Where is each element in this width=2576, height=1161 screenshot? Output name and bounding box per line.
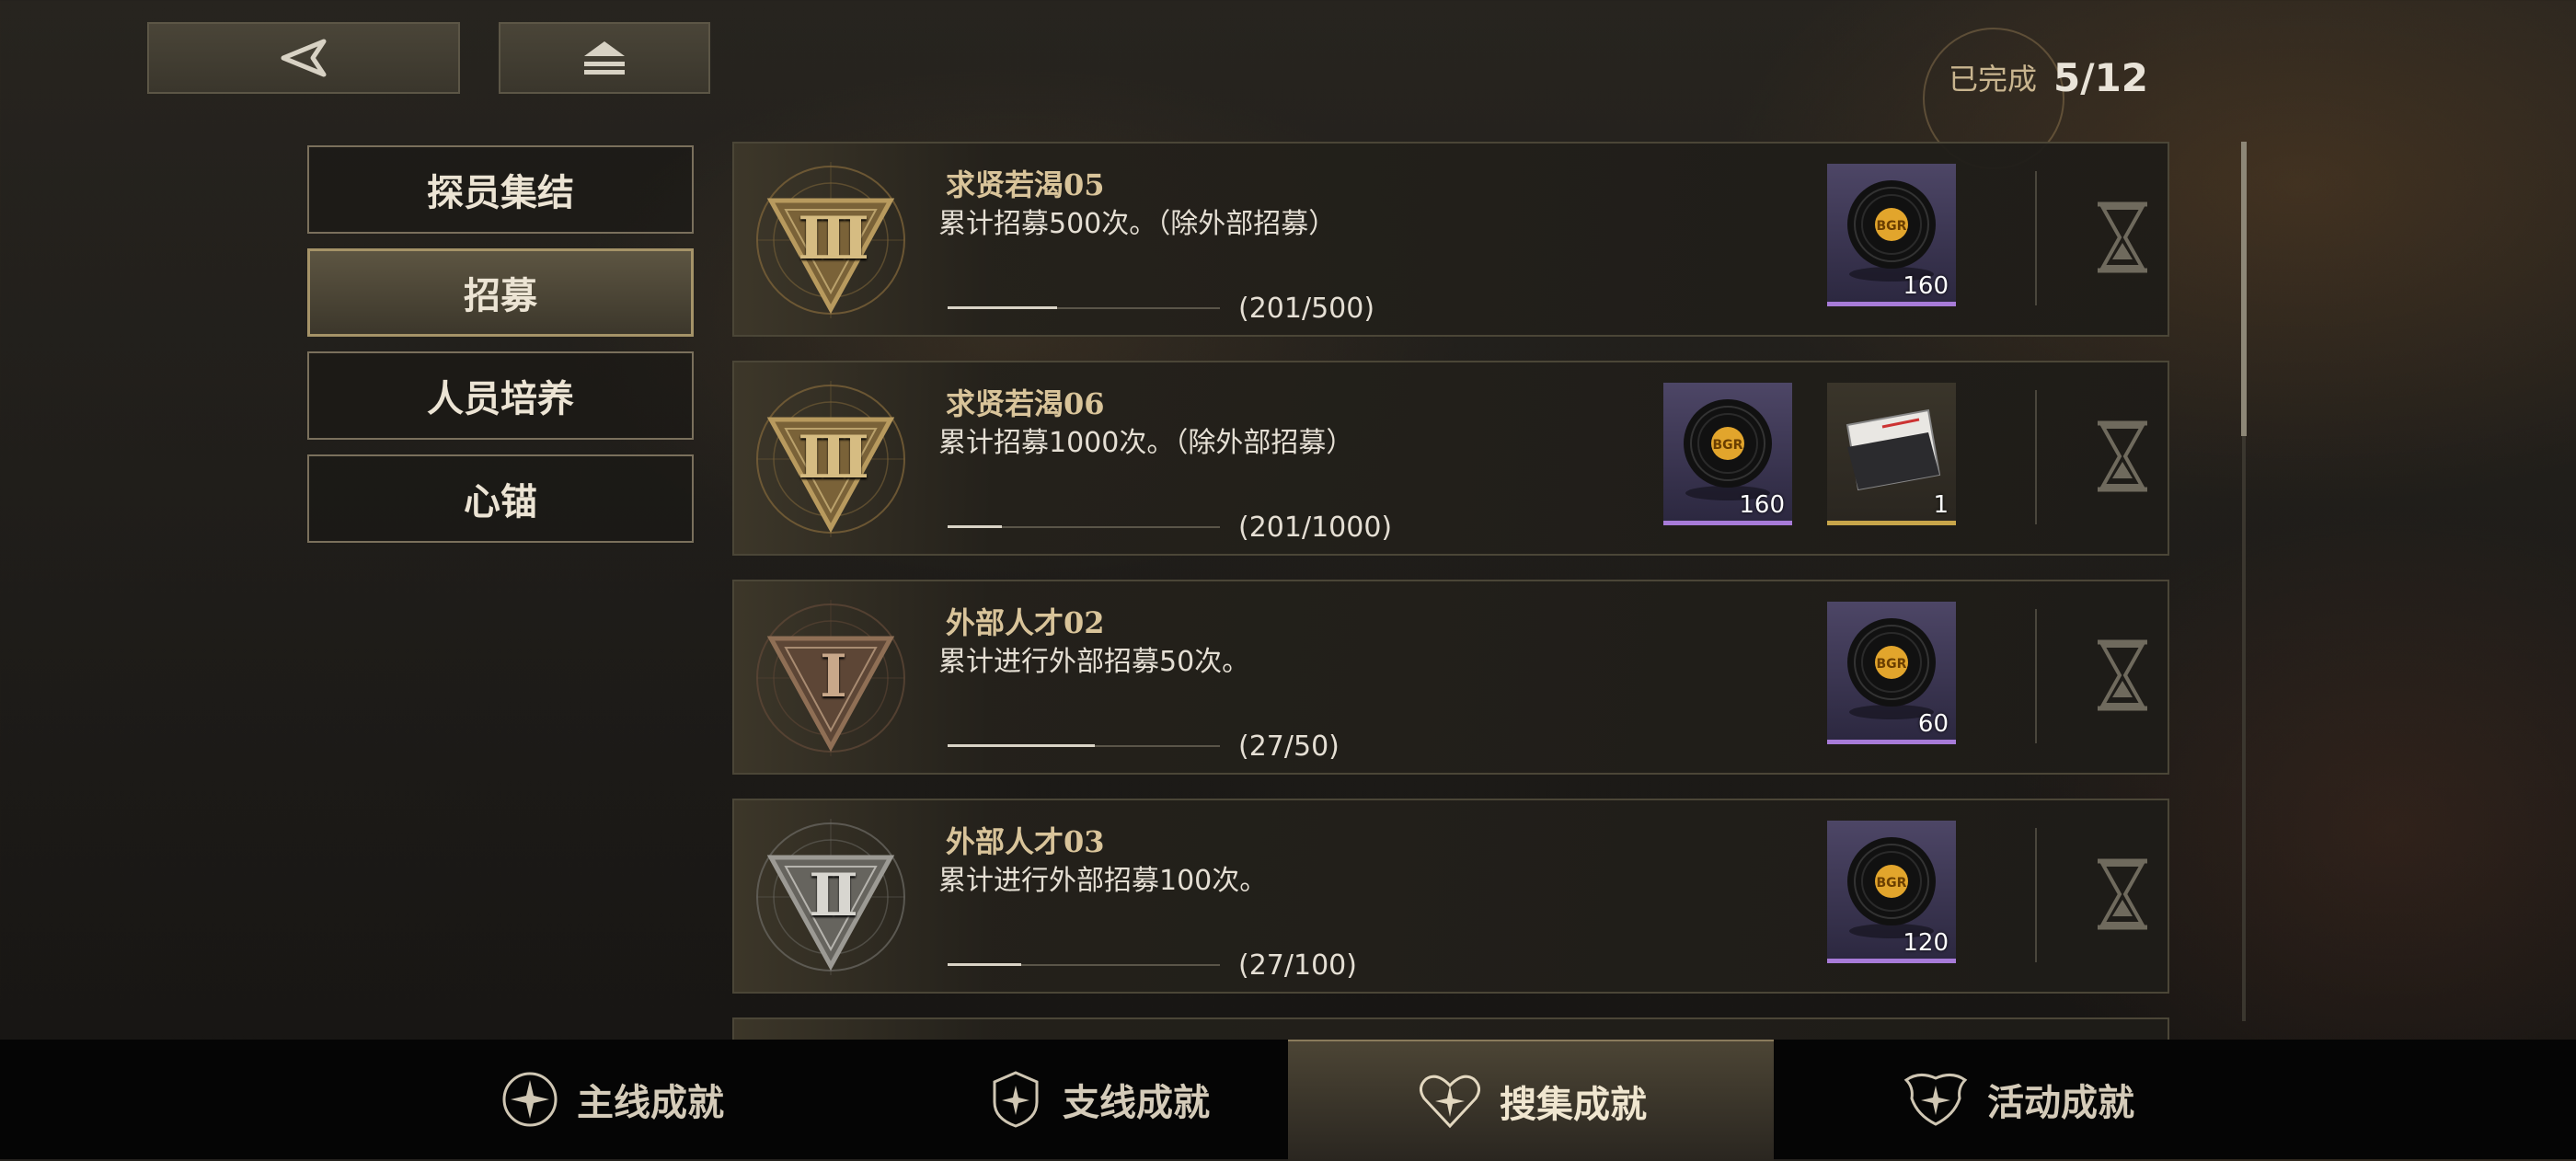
completed-value: 5/12 [2053, 54, 2149, 100]
event-wings-icon [1903, 1074, 1968, 1126]
reward-count: 160 [1739, 491, 1785, 519]
reward-count: 60 [1917, 710, 1949, 738]
progress-text: (27/100) [1238, 949, 1357, 982]
progress-bar [948, 306, 1220, 309]
tab-label: 主线成就 [577, 1081, 724, 1124]
progress-bar [948, 744, 1220, 747]
hourglass-icon [2098, 639, 2147, 711]
tab-event-achievements[interactable]: 活动成就 [1774, 1040, 2260, 1159]
achievement-card-partial[interactable] [732, 1017, 2169, 1040]
reward-count: 160 [1903, 272, 1949, 300]
card-divider [2035, 609, 2037, 743]
badge-numeral: II [809, 861, 858, 930]
bottom-tab-bar: 主线成就 支线成就 搜集成就 活动成就 [0, 1040, 2576, 1161]
svg-text:BGR: BGR [1877, 657, 1907, 672]
progress-bar [948, 525, 1220, 528]
home-button[interactable] [499, 22, 710, 94]
progress-fill [948, 963, 1021, 966]
reward-item[interactable]: BGR 60 [1827, 602, 1956, 744]
sidebar-item-agent-assembly[interactable]: 探员集结 [307, 145, 694, 234]
achievement-description: 累计招募1000次。（除外部招募） [938, 427, 1354, 459]
progress-fill [948, 744, 1095, 747]
back-button[interactable] [147, 22, 460, 94]
svg-text:BGR: BGR [1713, 438, 1743, 453]
back-triangle-icon [281, 39, 327, 77]
progress-text: (201/1000) [1238, 512, 1393, 544]
tier-badge: III [753, 153, 909, 328]
achievement-card[interactable]: III 求贤若渴06 累计招募1000次。（除外部招募） (201/1000) … [732, 361, 2169, 556]
achievement-description: 累计招募500次。（除外部招募） [938, 208, 1337, 240]
sidebar-item-label: 人员培养 [427, 377, 574, 420]
card-divider [2035, 828, 2037, 962]
tab-label: 搜集成就 [1500, 1083, 1647, 1126]
sidebar-item-training[interactable]: 人员培养 [307, 351, 694, 440]
progress-fill [948, 525, 1003, 528]
hourglass-icon [2098, 201, 2147, 273]
completion-counter: 已完成 5/12 [1923, 28, 2149, 169]
achievement-title: 外部人才03 [946, 824, 1105, 859]
badge-numeral: III [798, 204, 869, 273]
completed-label: 已完成 [1949, 62, 2038, 97]
eject-home-icon [584, 41, 625, 75]
progress-bar [948, 963, 1220, 966]
achievement-card[interactable]: III 求贤若渴05 累计招募500次。（除外部招募） (201/500) BG… [732, 142, 2169, 337]
progress-fill [948, 306, 1057, 309]
main-star-icon [502, 1072, 558, 1127]
sidebar-item-label: 心锚 [464, 480, 537, 523]
sidebar-item-heart-anchor[interactable]: 心锚 [307, 454, 694, 543]
reward-count: 120 [1903, 929, 1949, 957]
reward-item[interactable]: 1 [1827, 383, 1956, 525]
progress-text: (27/50) [1238, 730, 1340, 763]
reward-item[interactable]: BGR 160 [1827, 164, 1956, 306]
reward-item[interactable]: BGR 120 [1827, 821, 1956, 963]
tab-main-achievements[interactable]: 主线成就 [368, 1040, 854, 1159]
branch-shield-icon [993, 1071, 1039, 1128]
achievement-title: 求贤若渴06 [946, 386, 1105, 421]
achievement-list[interactable]: III 求贤若渴05 累计招募500次。（除外部招募） (201/500) BG… [732, 142, 2171, 1040]
hourglass-icon [2098, 420, 2147, 492]
svg-text:BGR: BGR [1877, 219, 1907, 234]
sidebar-item-recruit[interactable]: 招募 [307, 248, 694, 337]
card-divider [2035, 390, 2037, 524]
tier-badge: I [753, 591, 909, 765]
achievement-title: 外部人才02 [946, 605, 1105, 640]
tab-label: 支线成就 [1063, 1081, 1210, 1124]
achievement-title: 求贤若渴05 [946, 167, 1105, 202]
card-divider [2035, 171, 2037, 305]
svg-text:BGR: BGR [1877, 876, 1907, 891]
sidebar-item-label: 招募 [464, 274, 537, 317]
badge-numeral: I [820, 642, 847, 711]
tab-label: 活动成就 [1987, 1081, 2134, 1124]
achievement-description: 累计进行外部招募50次。 [938, 646, 1250, 678]
scrollbar-thumb[interactable] [2241, 142, 2247, 436]
hourglass-icon [2098, 858, 2147, 930]
collection-heart-icon [1420, 1075, 1480, 1129]
achievement-card[interactable]: II 外部人才03 累计进行外部招募100次。 (27/100) BGR 120 [732, 799, 2169, 994]
achievement-description: 累计进行外部招募100次。 [938, 865, 1268, 897]
progress-text: (201/500) [1238, 293, 1375, 325]
reward-count: 1 [1933, 491, 1949, 519]
sidebar-item-label: 探员集结 [427, 171, 574, 214]
reward-item[interactable]: BGR 160 [1663, 383, 1792, 525]
tier-badge: II [753, 810, 909, 984]
achievement-card[interactable]: I 外部人才02 累计进行外部招募50次。 (27/50) BGR 60 [732, 580, 2169, 775]
tab-collection-achievements[interactable]: 搜集成就 [1288, 1040, 1774, 1161]
tab-side-achievements[interactable]: 支线成就 [854, 1040, 1340, 1159]
badge-numeral: III [798, 423, 869, 492]
tier-badge: III [753, 372, 909, 546]
